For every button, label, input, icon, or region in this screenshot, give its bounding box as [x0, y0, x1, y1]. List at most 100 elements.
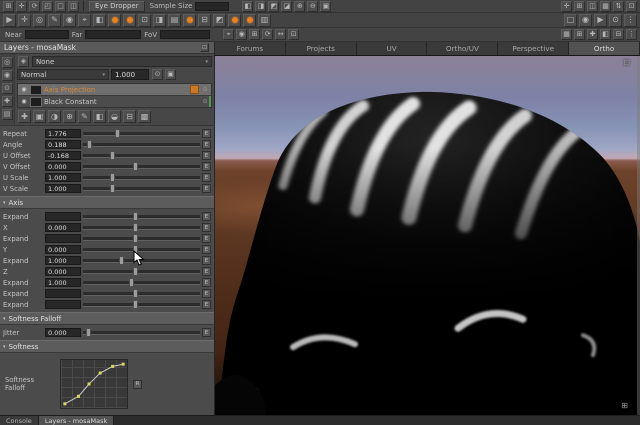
overflow-menu-icon[interactable]: ⋮	[626, 29, 637, 40]
slider-handle[interactable]	[133, 162, 138, 171]
lock-alpha-icon[interactable]: ⊙	[152, 69, 163, 80]
mirror-toggle-icon[interactable]: ◫	[587, 1, 598, 12]
camera-icon[interactable]: ⌖	[223, 29, 234, 40]
viewport-canvas[interactable]: ⊡ ⊞	[215, 56, 640, 415]
eye-dropper-button[interactable]: Eye Dropper	[89, 1, 145, 12]
layers-panel-titlebar[interactable]: Layers - mosaMask ⊡	[0, 42, 214, 54]
layer-grid-icon[interactable]: ▩	[138, 110, 151, 123]
remove-layer-icon[interactable]: ⊟	[123, 110, 136, 123]
expression-button[interactable]: E	[202, 289, 211, 298]
projection-toggle-icon[interactable]	[108, 14, 121, 27]
layout-icon[interactable]: ▦	[600, 1, 611, 12]
slider-handle[interactable]	[119, 256, 124, 265]
add-mode-icon[interactable]: ⊕	[294, 1, 305, 12]
property-slider[interactable]	[83, 267, 200, 276]
record-icon[interactable]: ◉	[579, 14, 592, 27]
slider-handle[interactable]	[115, 129, 120, 138]
pan-tool-icon[interactable]: ✛	[18, 14, 31, 27]
expression-button[interactable]: E	[202, 140, 211, 149]
property-value-input[interactable]: 0.000	[45, 223, 81, 232]
smear-tool-icon[interactable]: ⊟	[198, 14, 211, 27]
slider-handle[interactable]	[133, 289, 138, 298]
property-slider[interactable]	[83, 129, 200, 138]
warp-tool-icon[interactable]: ◩	[213, 14, 226, 27]
blend-mode-dropdown[interactable]: Normal ▾	[17, 69, 109, 80]
pattern-tool-icon[interactable]: ▤	[168, 14, 181, 27]
property-slider[interactable]	[83, 245, 200, 254]
softness-falloff-section-header[interactable]: ▾ Softness Falloff	[0, 312, 214, 325]
bottom-tab[interactable]: Layers - mosaMask	[39, 416, 114, 425]
jitter-value-input[interactable]: 0.000	[45, 328, 81, 337]
layer-visibility-icon[interactable]: ◉	[20, 86, 28, 93]
split-view-icon[interactable]: ⊞	[574, 29, 585, 40]
search-icon[interactable]: ◎	[2, 57, 13, 68]
axis-section-header[interactable]: ▾ Axis	[0, 196, 214, 209]
merge-layers-icon[interactable]: ⊕	[63, 110, 76, 123]
add-layer-icon[interactable]: ✚	[18, 110, 31, 123]
stencil-tool-icon[interactable]: ⊡	[138, 14, 151, 27]
property-value-input[interactable]: 0.000	[45, 162, 81, 171]
property-slider[interactable]	[83, 173, 200, 182]
layer-visibility-icon[interactable]: ◉	[20, 98, 28, 105]
marquee-select-icon[interactable]: □	[55, 1, 66, 12]
slider-handle[interactable]	[129, 278, 134, 287]
viewport-grid-icon[interactable]: ⊞	[621, 402, 628, 410]
viewport-tab[interactable]: Ortho/UV	[427, 42, 498, 55]
curve-point-handle[interactable]	[88, 383, 91, 386]
crop-tool-icon[interactable]: ◰	[42, 1, 53, 12]
grid-small-icon[interactable]: ⊞	[249, 29, 260, 40]
property-slider[interactable]	[83, 223, 200, 232]
curve-point-handle[interactable]	[111, 365, 114, 368]
paint-layer-icon[interactable]: ✎	[78, 110, 91, 123]
blend-amount-input[interactable]: 1.000	[111, 69, 149, 80]
add-view-icon[interactable]: ✚	[587, 29, 598, 40]
pointer-tool-icon[interactable]: ▶	[3, 14, 16, 27]
slider-handle[interactable]	[133, 245, 138, 254]
paint-buffer-toggle-icon[interactable]	[123, 14, 136, 27]
grid-toggle-icon[interactable]: ⊞	[574, 1, 585, 12]
view-grid-icon[interactable]: ▦	[561, 29, 572, 40]
focus-icon[interactable]: ◉	[236, 29, 247, 40]
viewport-tab[interactable]: UV	[357, 42, 428, 55]
zoom-tool-icon[interactable]: ◎	[33, 14, 46, 27]
curve-point-handle[interactable]	[63, 402, 66, 405]
play-icon[interactable]: ▶	[594, 14, 607, 27]
slider-handle[interactable]	[110, 151, 115, 160]
property-value-input[interactable]: 1.000	[45, 184, 81, 193]
expression-button[interactable]: E	[202, 151, 211, 160]
sample-size-input[interactable]	[195, 2, 229, 11]
list-view-icon[interactable]: ▤	[2, 109, 13, 120]
pencil-tool-icon[interactable]: ✎	[48, 14, 61, 27]
property-slider[interactable]	[83, 184, 200, 193]
curve-point-handle[interactable]	[122, 363, 125, 366]
property-slider[interactable]	[83, 140, 200, 149]
expression-button[interactable]: E	[202, 278, 211, 287]
lighting-toggle-icon[interactable]	[228, 14, 241, 27]
property-value-input[interactable]: -0.168	[45, 151, 81, 160]
mask-tool-icon[interactable]: ◧	[93, 14, 106, 27]
viewport-maximize-icon[interactable]: ⊡	[623, 59, 630, 67]
Black Constant[interactable]: ◉ Black Constant ⊙	[18, 95, 211, 107]
dock-panel-icon[interactable]: ⊡	[626, 1, 637, 12]
expression-button[interactable]: E	[202, 129, 211, 138]
viewport-tab[interactable]: Projects	[286, 42, 357, 55]
paint-mode-icon[interactable]: ◧	[242, 1, 253, 12]
property-slider[interactable]	[83, 300, 200, 309]
expression-button[interactable]: E	[202, 184, 211, 193]
property-slider[interactable]	[83, 212, 200, 221]
fov-input[interactable]	[160, 30, 210, 39]
swatch-mode-icon[interactable]: ▣	[320, 1, 331, 12]
mirror-tool-icon[interactable]: ◫	[68, 1, 79, 12]
layer-lock-icon[interactable]: ⊙	[201, 86, 209, 93]
more-options-icon[interactable]: ⋮	[624, 14, 637, 27]
slider-handle[interactable]	[133, 212, 138, 221]
shader-layer-icon[interactable]: ◒	[108, 110, 121, 123]
expression-button[interactable]: E	[202, 328, 211, 337]
jitter-slider[interactable]	[83, 328, 200, 337]
softness-curve-editor[interactable]	[60, 359, 128, 409]
snap-toggle-icon[interactable]: ✛	[561, 1, 572, 12]
slider-handle[interactable]	[87, 140, 92, 149]
property-slider[interactable]	[83, 162, 200, 171]
slider-handle[interactable]	[133, 223, 138, 232]
property-slider[interactable]	[83, 151, 200, 160]
